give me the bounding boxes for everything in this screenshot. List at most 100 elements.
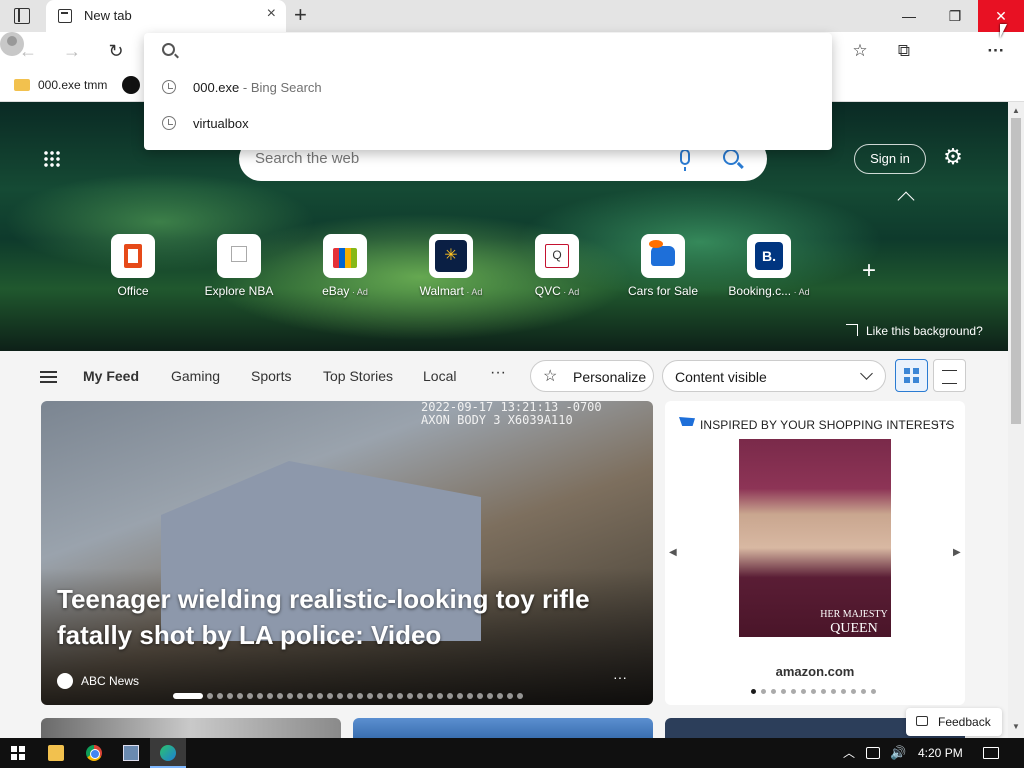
carousel-dot[interactable] [407, 693, 413, 699]
tab-top-stories[interactable]: Top Stories [323, 368, 393, 384]
chrome-app[interactable] [76, 738, 112, 768]
notification-icon[interactable] [983, 747, 999, 759]
carousel-dot[interactable] [761, 689, 766, 694]
tab-my-feed[interactable]: My Feed [83, 368, 139, 384]
shopping-card[interactable]: INSPIRED BY YOUR SHOPPING INTERESTS ··· … [665, 401, 965, 705]
carousel-dot[interactable] [841, 689, 846, 694]
carousel-dot[interactable] [257, 693, 263, 699]
shopping-more-button[interactable]: ··· [935, 415, 949, 431]
carousel-dot[interactable] [781, 689, 786, 694]
product-image[interactable]: HER MAJESTY QUEEN ELIZABETH II [739, 439, 896, 668]
clock[interactable]: 4:20 PM [918, 738, 963, 768]
tray-overflow-icon[interactable]: ︿ [843, 738, 855, 768]
news-card-peek[interactable] [41, 718, 341, 738]
carousel-dot[interactable] [821, 689, 826, 694]
hamburger-menu-icon[interactable] [40, 371, 57, 383]
vm-app[interactable] [113, 738, 149, 768]
carousel-dot[interactable] [277, 693, 283, 699]
folder-icon[interactable] [14, 79, 30, 91]
carousel-dot[interactable] [247, 693, 253, 699]
sign-in-button[interactable]: Sign in [854, 144, 926, 174]
carousel-dot[interactable] [237, 693, 243, 699]
carousel-dot[interactable] [457, 693, 463, 699]
favorites-icon[interactable]: ☆ [848, 39, 872, 63]
list-layout-icon[interactable] [933, 359, 966, 392]
news-card-peek[interactable] [353, 718, 653, 738]
apps-launcher-icon[interactable] [43, 150, 61, 168]
scrollbar-thumb[interactable] [1011, 118, 1021, 424]
new-tab-button[interactable]: + [294, 2, 307, 28]
carousel-dot[interactable] [387, 693, 393, 699]
carousel-dot[interactable] [771, 689, 776, 694]
quick-link-ebay[interactable]: eBay · Ad [295, 234, 395, 298]
carousel-dot[interactable] [347, 693, 353, 699]
carousel-dot[interactable] [397, 693, 403, 699]
back-button[interactable]: ← [16, 39, 40, 63]
page-scrollbar[interactable]: ▲ ▼ [1008, 102, 1024, 738]
tab-gaming[interactable]: Gaming [171, 368, 220, 384]
quick-link-walmart[interactable]: ✳ Walmart · Ad [401, 234, 501, 298]
carousel-dot[interactable] [497, 693, 503, 699]
carousel-dot[interactable] [507, 693, 513, 699]
chevron-up-icon[interactable] [897, 191, 915, 209]
gear-icon[interactable]: ⚙ [943, 146, 963, 168]
scroll-up-icon[interactable]: ▲ [1012, 106, 1020, 115]
carousel-dot[interactable] [801, 689, 806, 694]
add-quick-link-button[interactable]: + [862, 257, 876, 285]
carousel-dot[interactable] [811, 689, 816, 694]
suggestion-item[interactable]: virtualbox [144, 106, 832, 142]
refresh-button[interactable]: ↻ [104, 39, 128, 63]
grid-layout-icon[interactable] [895, 359, 928, 392]
scroll-down-icon[interactable]: ▼ [1012, 722, 1020, 731]
search-icon[interactable] [723, 149, 739, 165]
file-explorer-app[interactable] [38, 738, 74, 768]
network-icon[interactable] [866, 747, 880, 759]
tab-sports[interactable]: Sports [251, 368, 291, 384]
card-more-button[interactable]: ··· [613, 669, 627, 685]
carousel-dot[interactable] [791, 689, 796, 694]
carousel-dot[interactable] [871, 689, 876, 694]
carousel-dot[interactable] [751, 689, 756, 694]
microphone-icon[interactable] [680, 149, 690, 171]
quick-link-office[interactable]: Office [83, 234, 183, 298]
carousel-dot[interactable] [427, 693, 433, 699]
carousel-dot[interactable] [297, 693, 303, 699]
carousel-dot[interactable] [367, 693, 373, 699]
carousel-dot[interactable] [437, 693, 443, 699]
carousel-dot[interactable] [487, 693, 493, 699]
forward-button[interactable]: → [60, 39, 84, 63]
carousel-dot[interactable] [417, 693, 423, 699]
carousel-prev-icon[interactable]: ◀ [669, 547, 677, 558]
carousel-next-icon[interactable]: ▶ [953, 547, 961, 558]
personalize-button[interactable]: ☆ Personalize [530, 360, 654, 392]
carousel-dot[interactable] [467, 693, 473, 699]
carousel-dot[interactable] [307, 693, 313, 699]
carousel-dot[interactable] [207, 693, 213, 699]
edge-app[interactable] [150, 738, 186, 768]
tab-actions-icon[interactable] [14, 8, 30, 24]
carousel-dot[interactable] [377, 693, 383, 699]
content-visibility-select[interactable]: Content visible [662, 360, 886, 392]
quick-link-qvc[interactable]: Q QVC · Ad [507, 234, 607, 298]
carousel-dot[interactable] [357, 693, 363, 699]
carousel-dot[interactable] [831, 689, 836, 694]
carousel-dot[interactable] [267, 693, 273, 699]
carousel-dot[interactable] [477, 693, 483, 699]
maximize-button[interactable]: ❐ [932, 0, 978, 32]
carousel-dot[interactable] [851, 689, 856, 694]
news-headline[interactable]: Teenager wielding realistic-looking toy … [57, 581, 637, 653]
suggestion-item[interactable]: 000.exe - Bing Search [144, 70, 832, 106]
github-icon[interactable] [122, 76, 140, 94]
like-background-link[interactable]: Like this background? [846, 324, 983, 338]
carousel-dot[interactable] [217, 693, 223, 699]
tab-new-tab[interactable]: New tab × [46, 0, 286, 32]
settings-more-button[interactable]: ··· [984, 39, 1008, 63]
windows-start-icon[interactable] [11, 746, 25, 760]
carousel-dot[interactable] [337, 693, 343, 699]
carousel-dot[interactable] [447, 693, 453, 699]
quick-link-cars[interactable]: Cars for Sale [613, 234, 713, 298]
main-news-card[interactable]: 2022-09-17 13:21:13 -0700 AXON BODY 3 X6… [41, 401, 653, 705]
carousel-dot[interactable] [317, 693, 323, 699]
feedback-button[interactable]: Feedback [906, 708, 1002, 736]
minimize-button[interactable]: — [886, 0, 932, 32]
